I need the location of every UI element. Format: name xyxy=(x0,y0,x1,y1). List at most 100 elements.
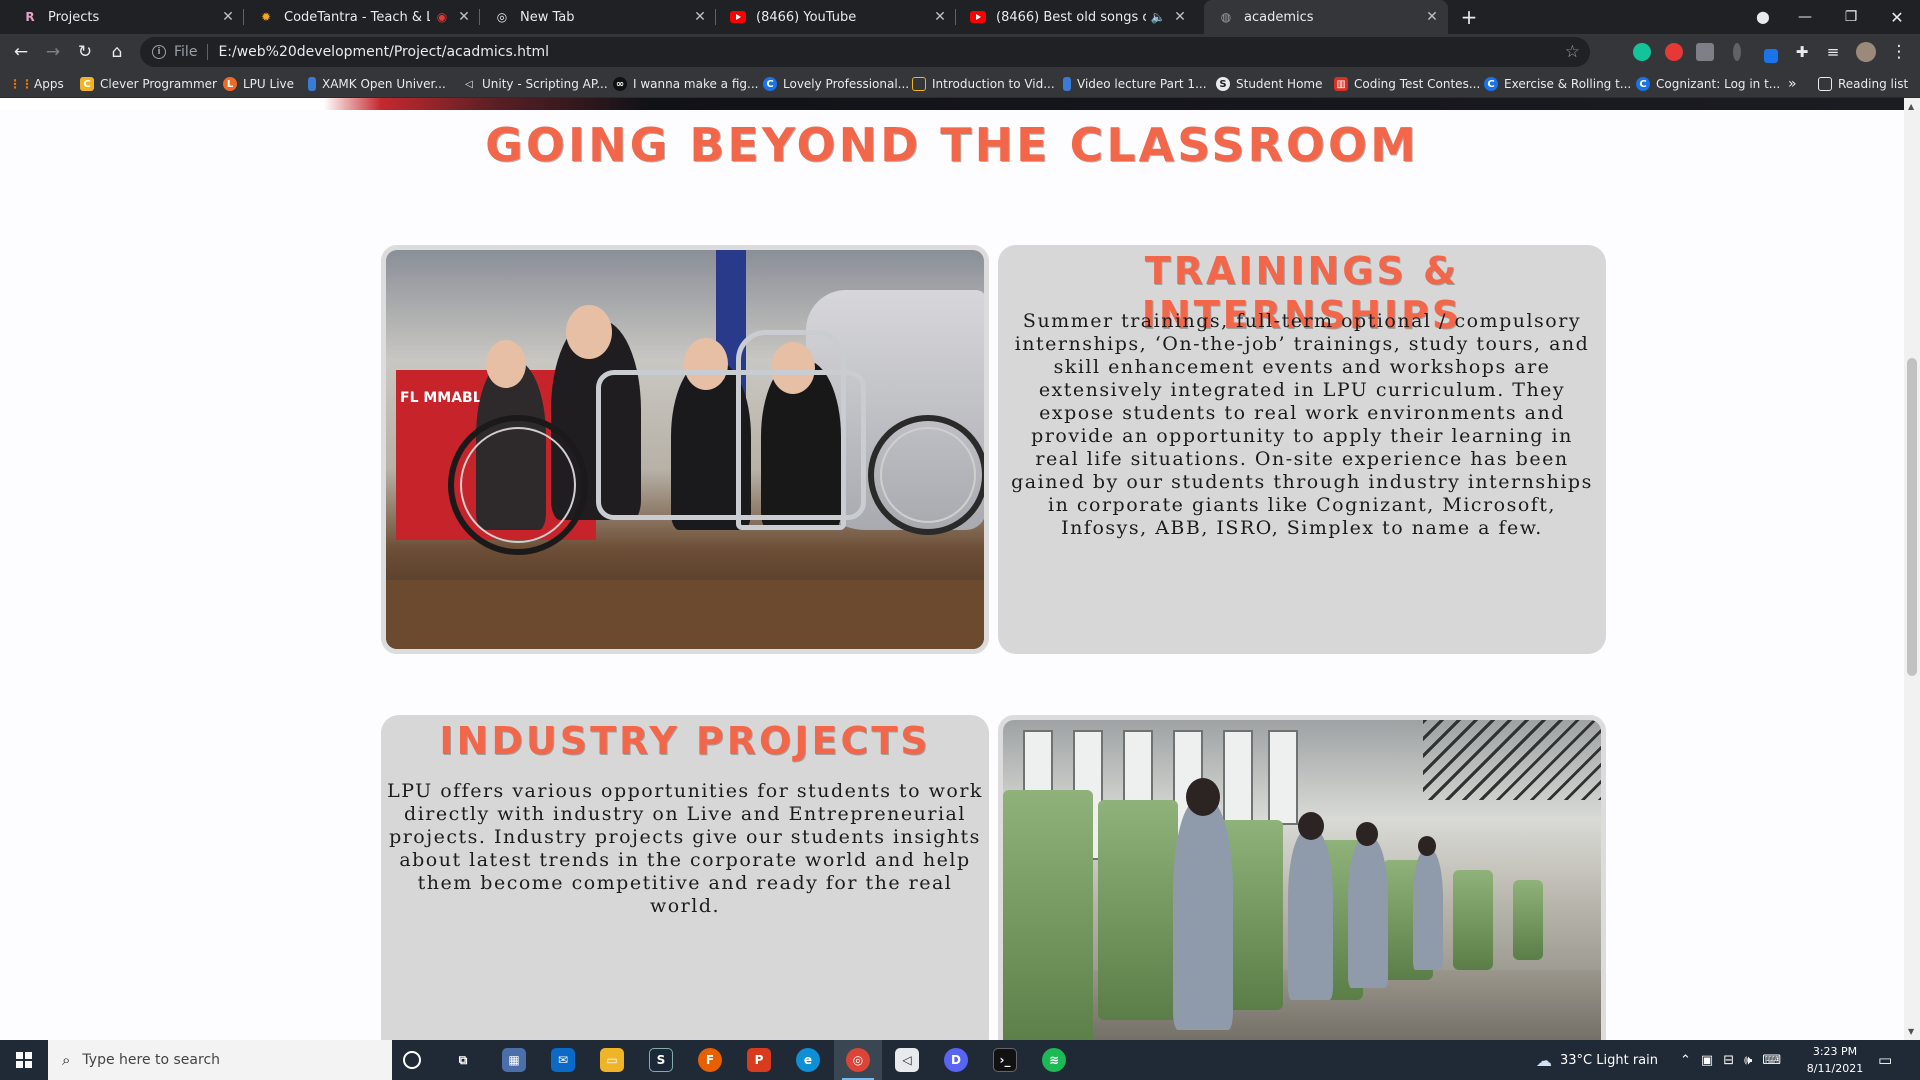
close-icon[interactable]: ✕ xyxy=(692,9,708,25)
mail-icon[interactable]: ✉ xyxy=(551,1048,575,1072)
bookmark-video-lecture[interactable]: Video lecture Part 1... xyxy=(1063,70,1207,98)
new-tab-button[interactable]: + xyxy=(1455,0,1483,34)
close-icon[interactable]: ✕ xyxy=(932,9,948,25)
bookmarks-bar: ⋮⋮ Apps C Clever Programmer L LPU Live X… xyxy=(0,70,1920,98)
home-icon[interactable]: ⌂ xyxy=(104,39,130,65)
minimize-icon[interactable]: — xyxy=(1782,0,1828,34)
page-scrollbar[interactable]: ▲ ▼ xyxy=(1904,98,1920,1040)
cloud-rain-icon: ☁ xyxy=(1536,1050,1552,1070)
scrollbar-thumb[interactable] xyxy=(1907,358,1917,676)
task-view-icon[interactable]: ⧉ xyxy=(451,1048,475,1072)
photo-machine xyxy=(1003,790,1093,1040)
close-icon[interactable]: ✕ xyxy=(456,9,472,25)
spotify-icon[interactable]: ≋ xyxy=(1042,1048,1066,1072)
tray-app-icon[interactable]: ▣ xyxy=(1701,1053,1713,1068)
tab-search-icon[interactable]: ⬤ xyxy=(1740,0,1786,34)
tab-youtube-songs[interactable]: (8466) Best old songs collect 🔈 ✕ xyxy=(956,0,1196,34)
bookmark-star-icon[interactable]: ☆ xyxy=(1565,42,1580,62)
firefox-icon[interactable]: F xyxy=(698,1048,722,1072)
unity-taskbar-icon[interactable]: ◁ xyxy=(895,1048,919,1072)
bookmark-label: LPU Live xyxy=(243,77,295,91)
file-explorer-icon[interactable]: ▭ xyxy=(600,1048,624,1072)
bookmarks-overflow-button[interactable]: » xyxy=(1788,70,1797,98)
tab-projects[interactable]: R Projects ✕ xyxy=(8,0,244,34)
bookmark-student-home[interactable]: S Student Home xyxy=(1216,70,1323,98)
youtube-icon xyxy=(970,9,986,25)
bookmark-unity[interactable]: ◁ Unity - Scripting AP... xyxy=(462,70,608,98)
discord-icon[interactable]: D xyxy=(944,1048,968,1072)
tab-youtube[interactable]: (8466) YouTube ✕ xyxy=(716,0,956,34)
avatar[interactable] xyxy=(1856,42,1876,62)
keyboard-icon[interactable]: ⌨ xyxy=(1762,1053,1781,1068)
restore-icon[interactable]: ❐ xyxy=(1828,0,1874,34)
bookmark-label: Video lecture Part 1... xyxy=(1077,77,1207,91)
codetantra-icon: ✹ xyxy=(260,10,272,24)
grammarly-icon[interactable] xyxy=(1633,43,1651,61)
system-clock[interactable]: 3:23 PM 8/11/2021 xyxy=(1800,1043,1870,1077)
speaker-icon[interactable]: 🔈 xyxy=(1150,9,1166,25)
store-icon[interactable]: ▦ xyxy=(502,1048,526,1072)
bookmark-figure[interactable]: ∞ I wanna make a fig... xyxy=(613,70,758,98)
chrome-taskbar-icon[interactable]: ◎ xyxy=(846,1048,870,1072)
coding-test-icon: ▥ xyxy=(1334,77,1348,91)
start-button[interactable] xyxy=(0,1040,48,1080)
steam-icon[interactable]: S xyxy=(649,1048,673,1072)
bookmark-coding-test[interactable]: ▥ Coding Test Contes... xyxy=(1334,70,1480,98)
terminal-icon[interactable]: ›_ xyxy=(993,1048,1017,1072)
edge-icon[interactable]: e xyxy=(796,1048,820,1072)
close-icon[interactable]: ✕ xyxy=(220,9,236,25)
scheme-chip[interactable]: File xyxy=(174,44,209,60)
bookmark-intro-video[interactable]: Introduction to Vid... xyxy=(912,70,1055,98)
bookmark-lovely-professional[interactable]: C Lovely Professional... xyxy=(763,70,909,98)
tab-codetantra[interactable]: ✹ CodeTantra - Teach & Learn ◉ ✕ xyxy=(244,0,480,34)
extension-doc-icon[interactable] xyxy=(1696,43,1714,61)
close-icon[interactable]: ✕ xyxy=(1172,9,1188,25)
puzzle-icon[interactable]: ✚ xyxy=(1789,39,1815,65)
network-icon[interactable]: ⊟ xyxy=(1723,1053,1734,1068)
volume-icon[interactable]: 🕪 xyxy=(1744,1053,1752,1068)
bookmark-xamk[interactable]: XAMK Open Univer... xyxy=(308,70,446,98)
window-close-icon[interactable]: ✕ xyxy=(1874,0,1920,34)
student-home-icon: S xyxy=(1216,77,1230,91)
back-icon[interactable]: ← xyxy=(8,39,34,65)
address-bar[interactable]: i File E:/web%20development/Project/acad… xyxy=(140,37,1590,67)
extension-red-icon[interactable] xyxy=(1665,43,1683,61)
clock-date: 8/11/2021 xyxy=(1806,1062,1864,1075)
reading-list-button[interactable]: Reading list xyxy=(1818,70,1908,98)
bookmark-apps[interactable]: ⋮⋮ Apps xyxy=(9,70,64,98)
photo-worker-head xyxy=(1186,778,1220,816)
pocket-p-icon[interactable]: P xyxy=(747,1048,771,1072)
bookmark-label: Lovely Professional... xyxy=(783,77,910,91)
search-icon: ⌕ xyxy=(62,1051,71,1069)
reload-icon[interactable]: ↻ xyxy=(72,39,98,65)
media-queue-icon[interactable]: ≡ xyxy=(1820,39,1846,65)
close-icon[interactable]: ✕ xyxy=(1424,9,1440,25)
tab-new-tab[interactable]: ◎ New Tab ✕ xyxy=(480,0,716,34)
photo-worker xyxy=(1348,838,1388,988)
weather-widget[interactable]: ☁ 33°C Light rain xyxy=(1536,1040,1658,1080)
trainings-body: Summer trainings, full-term optional / c… xyxy=(1011,310,1593,539)
scroll-up-icon[interactable]: ▲ xyxy=(1908,102,1914,111)
taskbar-search-box[interactable]: ⌕ Type here to search xyxy=(48,1040,392,1080)
extension-blue-icon[interactable] xyxy=(1764,49,1778,63)
industry-projects-body: LPU offers various opportunities for stu… xyxy=(387,780,983,917)
cortana-icon[interactable] xyxy=(403,1051,421,1069)
bookmark-lpu-live[interactable]: L LPU Live xyxy=(223,70,294,98)
bookmark-cognizant[interactable]: C Cognizant: Log in t... xyxy=(1636,70,1780,98)
scroll-down-icon[interactable]: ▼ xyxy=(1908,1027,1914,1036)
forward-icon[interactable]: → xyxy=(40,39,66,65)
bookmark-clever-programmer[interactable]: C Clever Programmer xyxy=(80,70,217,98)
tray-chevron-icon[interactable]: ⌃ xyxy=(1680,1053,1691,1068)
tab-title: New Tab xyxy=(520,9,575,25)
bookmark-exercise[interactable]: C Exercise & Rolling t... xyxy=(1484,70,1631,98)
header-image-strip xyxy=(0,98,1904,110)
codetantra-c-icon: C xyxy=(1636,77,1650,91)
tab-strip: R Projects ✕ ✹ CodeTantra - Teach & Lear… xyxy=(0,0,1920,34)
workshop-photo: FL MMABLE xyxy=(381,245,989,654)
info-icon[interactable]: i xyxy=(152,45,166,59)
notification-center-icon[interactable]: ▭ xyxy=(1878,1040,1892,1080)
url-text[interactable]: E:/web%20development/Project/acadmics.ht… xyxy=(218,44,549,60)
extension-bulb-icon[interactable] xyxy=(1733,43,1741,61)
tab-academics[interactable]: ◍ academics ✕ xyxy=(1204,0,1448,34)
menu-kebab-icon[interactable]: ⋮ xyxy=(1886,39,1912,65)
